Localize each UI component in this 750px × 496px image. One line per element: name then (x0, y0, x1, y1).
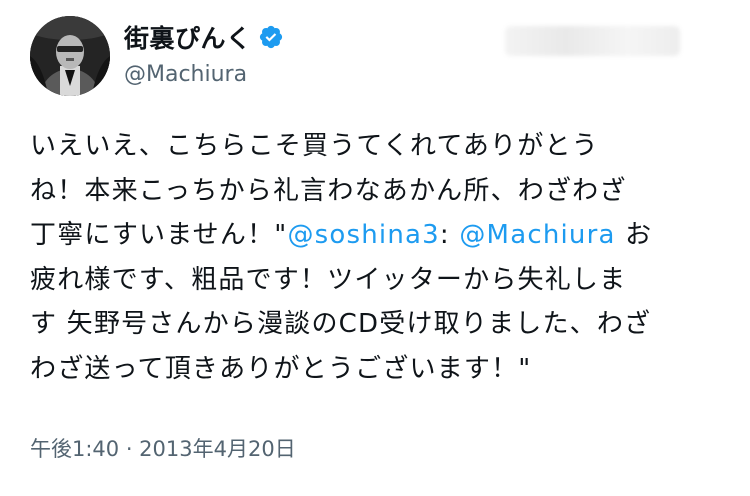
tweet-line: す 矢野号さんから漫談のCD受け取りました、わざ (30, 309, 652, 339)
tweet-line: 疲れ様です、粗品です！ツイッターから失礼しま (30, 264, 627, 295)
avatar-image (30, 16, 110, 96)
tweet-line: 丁寧にすいません！"@soshina3: @Machiura お (30, 213, 720, 258)
avatar[interactable] (30, 16, 110, 96)
tweet-text: いえいえ、こちらこそ買うてくれてありがとう ね！本来こっちから礼言わなあかん所、… (30, 124, 720, 391)
mention-link-machiura[interactable]: @Machiura (459, 220, 615, 250)
tweet-timestamp[interactable]: 午後1:40 · 2013年4月20日 (30, 433, 296, 463)
tweet-text-fragment: : (439, 220, 460, 250)
blurred-region (505, 26, 680, 56)
name-row: 街裏ぴんく (124, 20, 284, 54)
verified-badge-icon (259, 25, 282, 49)
tweet-line: いえいえ、こちらこそ買うてくれてありがとう (30, 131, 599, 161)
tweet-line: わざ送って頂きありがとうございます！" (30, 353, 532, 384)
tweet-text-fragment: お (615, 220, 653, 250)
user-handle[interactable]: @Machiura (124, 62, 247, 87)
tweet-line: ね！本来こっちから礼言わなあかん所、わざわざ (30, 175, 627, 206)
tweet-text-fragment: 丁寧にすいません！" (30, 220, 288, 250)
display-name[interactable]: 街裏ぴんく (124, 19, 252, 55)
mention-link-soshina3[interactable]: @soshina3 (287, 220, 439, 250)
